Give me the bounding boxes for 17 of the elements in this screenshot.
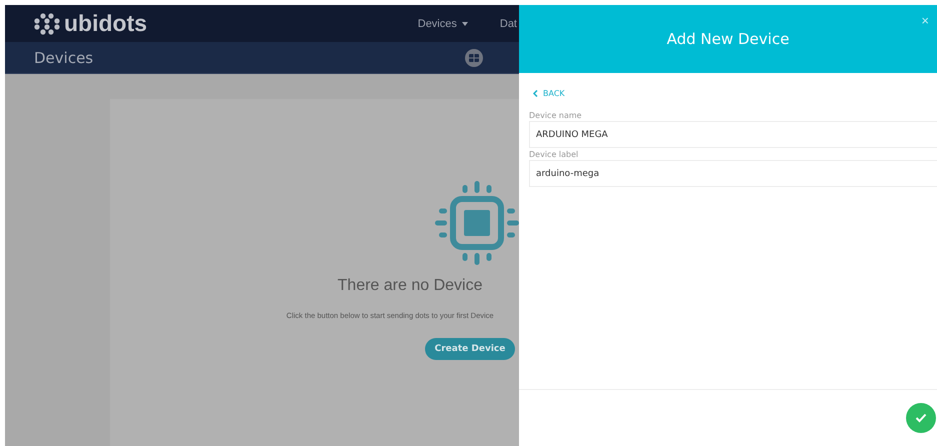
checkmark-icon: [915, 413, 927, 423]
page-title: Devices: [34, 48, 94, 66]
input-field[interactable]: arduino-mega: [529, 160, 937, 187]
field-label: Device name: [529, 111, 582, 120]
confirm-button[interactable]: [906, 403, 936, 433]
logo-text: ubidots: [64, 10, 148, 37]
table-view-icon[interactable]: [465, 48, 483, 66]
empty-title: There are no Device: [338, 277, 482, 295]
nav-link[interactable]: Dat: [500, 18, 517, 30]
nav-link[interactable]: Devices: [418, 18, 468, 30]
logo-icon: [34, 12, 60, 34]
field-label: Device label: [529, 150, 578, 159]
chevron-left-icon: [533, 90, 538, 97]
input-field[interactable]: ARDUINO MEGA: [529, 121, 937, 148]
chip-icon: [435, 181, 519, 265]
caret-icon: [462, 22, 468, 26]
panel-title: Add New Device: [666, 30, 790, 48]
